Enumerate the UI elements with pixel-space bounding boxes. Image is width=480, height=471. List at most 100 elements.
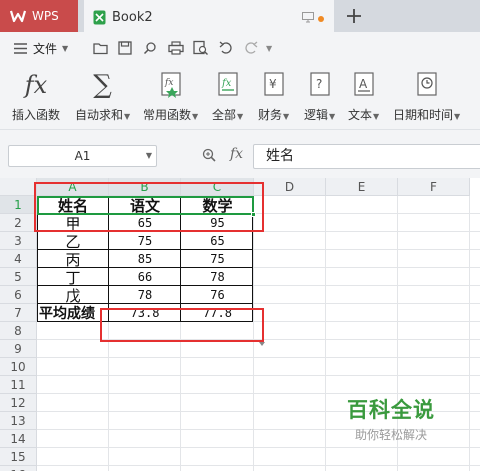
lookup-button[interactable]: 查 [472, 70, 480, 126]
add-tab-icon[interactable] [342, 4, 366, 28]
redo-icon[interactable] [244, 39, 258, 57]
cell-b3[interactable]: 75 [109, 232, 181, 250]
cell-c6[interactable]: 76 [181, 286, 254, 304]
fx-icon[interactable]: fx [230, 146, 243, 162]
print-icon[interactable] [168, 39, 184, 57]
row-header-11[interactable]: 11 [0, 376, 37, 394]
finance-button[interactable]: ¥ 财务▼ [258, 70, 289, 126]
column-header-e[interactable]: E [326, 178, 398, 196]
all-functions-icon: fx [214, 70, 242, 100]
table-border [37, 285, 253, 286]
formula-bar: A1 ▼ fx 姓名 [0, 130, 480, 178]
autosum-icon: ∑ [93, 70, 112, 100]
svg-text:?: ? [316, 77, 322, 91]
cell-b5[interactable]: 66 [109, 268, 181, 286]
common-functions-icon: fx [157, 70, 185, 100]
row-header-6[interactable]: 6 [0, 286, 37, 304]
caret-down-icon: ▼ [124, 112, 131, 121]
lookup-icon [472, 70, 480, 100]
tab-label: Book2 [112, 9, 153, 25]
gridline [37, 375, 480, 376]
all-functions-button[interactable]: fx 全部▼ [212, 70, 243, 126]
row-header-14[interactable]: 14 [0, 430, 37, 448]
logic-button[interactable]: ? 逻辑▼ [304, 70, 335, 126]
ribbon-label: 逻辑 [304, 108, 329, 122]
unsaved-dot [318, 16, 324, 22]
hamburger-icon [14, 42, 27, 54]
column-header-d[interactable]: D [254, 178, 326, 196]
formula-ribbon: fx 插入函数 ∑ 自动求和▼ fx 常用函数▼ fx 全部▼ ¥ 财务▼ ? … [0, 64, 480, 130]
cell-a5[interactable]: 丁 [37, 268, 109, 287]
column-header-f[interactable]: F [398, 178, 470, 196]
row-header-12[interactable]: 12 [0, 394, 37, 412]
annotation-box-header [34, 182, 264, 232]
wps-logo-icon [10, 10, 26, 23]
caret-down-icon: ▼ [373, 112, 380, 121]
cell-b4[interactable]: 85 [109, 250, 181, 268]
wps-home-tab[interactable]: WPS [0, 0, 78, 32]
text-function-icon: A [350, 70, 378, 100]
row-header-15[interactable]: 15 [0, 448, 37, 466]
ribbon-label: 常用函数 [143, 108, 192, 122]
select-all-corner[interactable] [0, 178, 37, 196]
text-function-button[interactable]: A 文本▼ [348, 70, 379, 126]
annotation-box-average [100, 308, 264, 342]
cell-c5[interactable]: 78 [181, 268, 254, 286]
autofill-options-icon[interactable] [259, 342, 265, 346]
chevron-down-icon[interactable]: ▼ [266, 39, 272, 57]
row-header-16[interactable]: 16 [0, 466, 37, 471]
ribbon-label: 财务 [258, 108, 283, 122]
caret-down-icon: ▼ [454, 112, 461, 121]
svg-text:A: A [359, 77, 368, 91]
logic-icon: ? [306, 70, 334, 100]
common-functions-button[interactable]: fx 常用函数▼ [143, 70, 198, 126]
cell-a4[interactable]: 丙 [37, 250, 109, 269]
watermark: 百科全说 助你轻松解决 [327, 394, 455, 443]
row-header-1[interactable]: 1 [0, 196, 37, 214]
row-header-2[interactable]: 2 [0, 214, 37, 232]
file-menu-label: 文件 [33, 41, 58, 56]
name-box[interactable]: A1 ▼ [8, 145, 157, 167]
tab-book2[interactable]: Book2 [84, 0, 334, 32]
zoom-search-icon[interactable] [202, 148, 216, 162]
ribbon-label: 插入函数 [12, 108, 61, 122]
row-header-4[interactable]: 4 [0, 250, 37, 268]
insert-function-button[interactable]: fx 插入函数 [12, 70, 60, 126]
datetime-icon [413, 70, 441, 100]
autosum-button[interactable]: ∑ 自动求和▼ [75, 70, 130, 126]
row-header-3[interactable]: 3 [0, 232, 37, 250]
cell-b6[interactable]: 78 [109, 286, 181, 304]
formula-input[interactable]: 姓名 [253, 144, 480, 169]
cell-c3[interactable]: 65 [181, 232, 254, 250]
row-header-13[interactable]: 13 [0, 412, 37, 430]
chevron-down-icon: ▼ [62, 43, 69, 53]
caret-down-icon: ▼ [329, 112, 336, 121]
monitor-icon[interactable] [302, 12, 314, 23]
gridline [37, 447, 480, 448]
table-border [37, 267, 253, 268]
tab-bar: WPS Book2 [0, 0, 480, 32]
open-folder-icon[interactable] [93, 39, 109, 57]
save-icon[interactable] [118, 39, 132, 57]
datetime-button[interactable]: 日期和时间▼ [393, 70, 460, 126]
row-header-10[interactable]: 10 [0, 358, 37, 376]
quick-access-bar: 文件 ▼ ▼ [0, 32, 480, 64]
cell-a3[interactable]: 乙 [37, 232, 109, 251]
row-header-7[interactable]: 7 [0, 304, 37, 322]
ribbon-label: 全部 [212, 108, 237, 122]
cell-average-a[interactable]: 平均成绩 [37, 304, 109, 322]
row-header-5[interactable]: 5 [0, 268, 37, 286]
finance-icon: ¥ [260, 70, 288, 100]
cell-a6[interactable]: 戊 [37, 286, 109, 305]
insert-function-icon: fx [24, 71, 48, 99]
row-header-8[interactable]: 8 [0, 322, 37, 340]
watermark-title: 百科全说 [347, 398, 435, 422]
caret-down-icon: ▼ [283, 112, 290, 121]
row-header-9[interactable]: 9 [0, 340, 37, 358]
find-icon[interactable] [143, 39, 157, 57]
file-menu-button[interactable]: 文件 ▼ [14, 39, 68, 57]
table-border [37, 303, 253, 304]
undo-icon[interactable] [219, 39, 233, 57]
print-preview-icon[interactable] [193, 39, 209, 57]
cell-c4[interactable]: 75 [181, 250, 254, 268]
